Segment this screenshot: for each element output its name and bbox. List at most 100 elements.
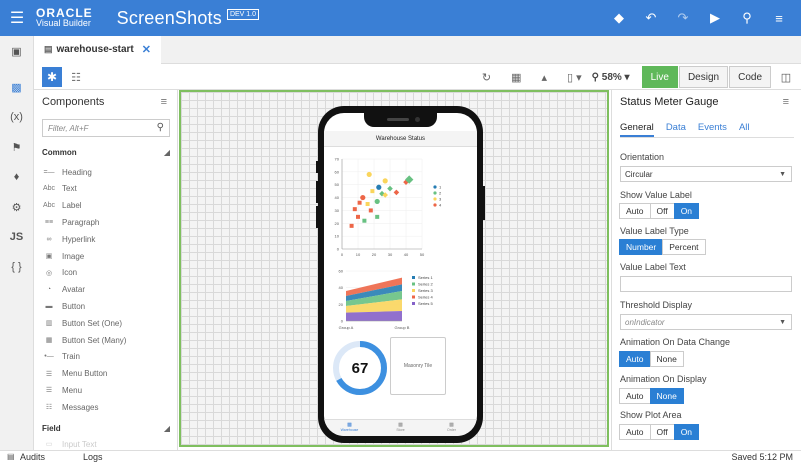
component-icon[interactable]: ◎ Icon [43, 265, 173, 281]
nav-order[interactable]: ▩ Order [426, 420, 477, 436]
component-train[interactable]: •— Train [43, 349, 173, 365]
value-type-number[interactable]: Number [619, 239, 664, 255]
component-paragraph[interactable]: ≡≡ Paragraph [43, 214, 173, 230]
component-label[interactable]: Abc Label [43, 198, 173, 214]
page-designer-icon[interactable]: ▩ [0, 72, 33, 102]
value-text-input[interactable] [620, 276, 792, 292]
logs-button[interactable]: Logs [83, 452, 103, 462]
tab-events[interactable]: Events [698, 120, 727, 137]
app-title: Warehouse Status [324, 131, 477, 147]
orientation-label: Orientation [620, 152, 665, 162]
js-icon[interactable]: JS [0, 222, 33, 252]
hamburger-menu-icon[interactable]: ☰ [0, 0, 34, 36]
category-field[interactable]: Field ◢ [42, 424, 170, 433]
anim-change-auto[interactable]: Auto [619, 351, 651, 367]
component-text[interactable]: Abc Text [43, 181, 173, 197]
y-tick-label: 40 [335, 195, 340, 200]
component-filter-input[interactable]: Filter, Alt+F ⚲ [42, 119, 170, 137]
select-mode-icon[interactable]: ✱ [42, 67, 62, 87]
plot-area-off[interactable]: Off [649, 424, 675, 440]
scatter-point [387, 185, 393, 192]
undo-icon[interactable]: ↶ [635, 10, 667, 26]
component-heading[interactable]: =— Heading [43, 164, 173, 180]
component-icon: ≡≡ [44, 218, 54, 226]
nav-store[interactable]: ▩ Store [375, 420, 426, 436]
component-icon: Abc [42, 202, 56, 210]
nav-warehouse[interactable]: ▩ Warehouse [324, 420, 375, 436]
show-value-auto[interactable]: Auto [619, 203, 651, 219]
components-title: Components [42, 96, 105, 108]
component-icon: ☰ [45, 387, 53, 395]
redo-icon[interactable]: ↷ [667, 10, 699, 26]
component-hyperlink[interactable]: ∞ Hyperlink [43, 231, 173, 247]
component-icon: ▣ [45, 253, 53, 260]
publish-icon[interactable]: ◆ [603, 10, 635, 26]
oracle-logo: ORACLE Visual Builder [36, 7, 93, 28]
scatter-chart[interactable]: 0 10 20 30 40 50 0 10 20 30 40 50 60 70 1234 [324, 151, 477, 261]
components-menu-icon[interactable]: ≡ [161, 96, 167, 108]
flag-icon[interactable]: ⚑ [0, 132, 33, 162]
show-value-off[interactable]: Off [649, 203, 675, 219]
run-icon[interactable]: ▶ [699, 10, 731, 26]
component-label: Icon [62, 268, 78, 278]
scatter-point [375, 214, 380, 219]
legend-marker [433, 185, 437, 189]
tab-data[interactable]: Data [666, 120, 686, 137]
properties-toggle-icon[interactable]: ◫ [771, 71, 801, 84]
web-apps-icon[interactable]: ▣ [0, 36, 33, 66]
code-button[interactable]: Code [729, 66, 771, 88]
close-tab-icon[interactable]: ✕ [142, 43, 151, 56]
phone-device-icon[interactable]: ▯ ▾ [567, 71, 582, 84]
show-value-on[interactable]: On [673, 203, 700, 219]
orientation-select[interactable]: Circular ▼ [620, 166, 792, 182]
component-menu-button[interactable]: ☰ Menu Button [43, 366, 173, 382]
category-common[interactable]: Common ◢ [42, 148, 170, 157]
refresh-icon[interactable]: ↻ [482, 71, 491, 84]
component-messages[interactable]: ☷ Messages [43, 399, 173, 415]
zoom-level[interactable]: ⚲ 58% ▾ [592, 72, 630, 83]
scatter-point [365, 202, 370, 206]
menu-icon[interactable]: ≡ [763, 11, 795, 26]
properties-menu-icon[interactable]: ≡ [783, 96, 789, 108]
component-button-set-many[interactable]: ▦ Button Set (Many) [43, 332, 173, 348]
bell-icon[interactable]: ♦ [0, 162, 33, 192]
status-meter-gauge[interactable]: 67 [331, 339, 389, 397]
status-bar: ▤ Audits Logs Saved 5:12 PM [0, 450, 801, 464]
gear-icon[interactable]: ⚙ [0, 192, 33, 222]
legend-label: 1 [439, 185, 442, 190]
threshold-select[interactable]: onIndicator ▼ [620, 314, 792, 330]
component-image[interactable]: ▣ Image [43, 248, 173, 264]
value-type-percent[interactable]: Percent [662, 239, 706, 255]
chevron-down-icon: ▼ [779, 318, 786, 326]
legend-label: 2 [439, 191, 442, 196]
y-tick-label: 20 [335, 221, 340, 226]
structure-icon[interactable]: ☷ [66, 67, 86, 87]
audits-button[interactable]: Audits [20, 452, 45, 462]
anim-change-none[interactable]: None [649, 351, 684, 367]
design-button[interactable]: Design [678, 66, 729, 88]
legend-marker [433, 197, 437, 201]
anim-display-none[interactable]: None [649, 388, 684, 404]
plot-area-auto[interactable]: Auto [619, 424, 651, 440]
masonry-tile[interactable]: Masonry Tile [390, 337, 446, 395]
json-icon[interactable]: { } [0, 252, 33, 282]
plot-area-on[interactable]: On [673, 424, 700, 440]
component-icon: ▥ [45, 320, 53, 328]
tab-warehouse-start[interactable]: ▤ warehouse-start ✕ [34, 36, 161, 64]
tab-general[interactable]: General [620, 120, 654, 137]
scatter-point [370, 189, 375, 194]
area-chart[interactable]: 0204060Group A Group BSeries 1Series 2Ser… [324, 263, 477, 335]
component-button[interactable]: ▬ Button [43, 298, 173, 314]
tab-all[interactable]: All [739, 120, 750, 137]
file-icon: ▤ [44, 43, 53, 54]
component-avatar[interactable]: ◔ Avatar [43, 282, 173, 298]
anim-display-auto[interactable]: Auto [619, 388, 651, 404]
search-icon[interactable]: ⚲ [731, 10, 763, 26]
variables-icon[interactable]: (x) [0, 102, 33, 132]
live-button[interactable]: Live [641, 66, 678, 88]
component-menu[interactable]: ☰ Menu [43, 382, 173, 398]
component-button-set-one[interactable]: ▥ Button Set (One) [43, 315, 173, 331]
fit-icon[interactable]: ▦ [511, 71, 521, 84]
design-canvas[interactable]: Warehouse Status 0 10 20 30 40 50 0 10 20 30 40 50 6… [179, 90, 609, 447]
device-rotate-icon[interactable]: ▴ [541, 71, 547, 84]
